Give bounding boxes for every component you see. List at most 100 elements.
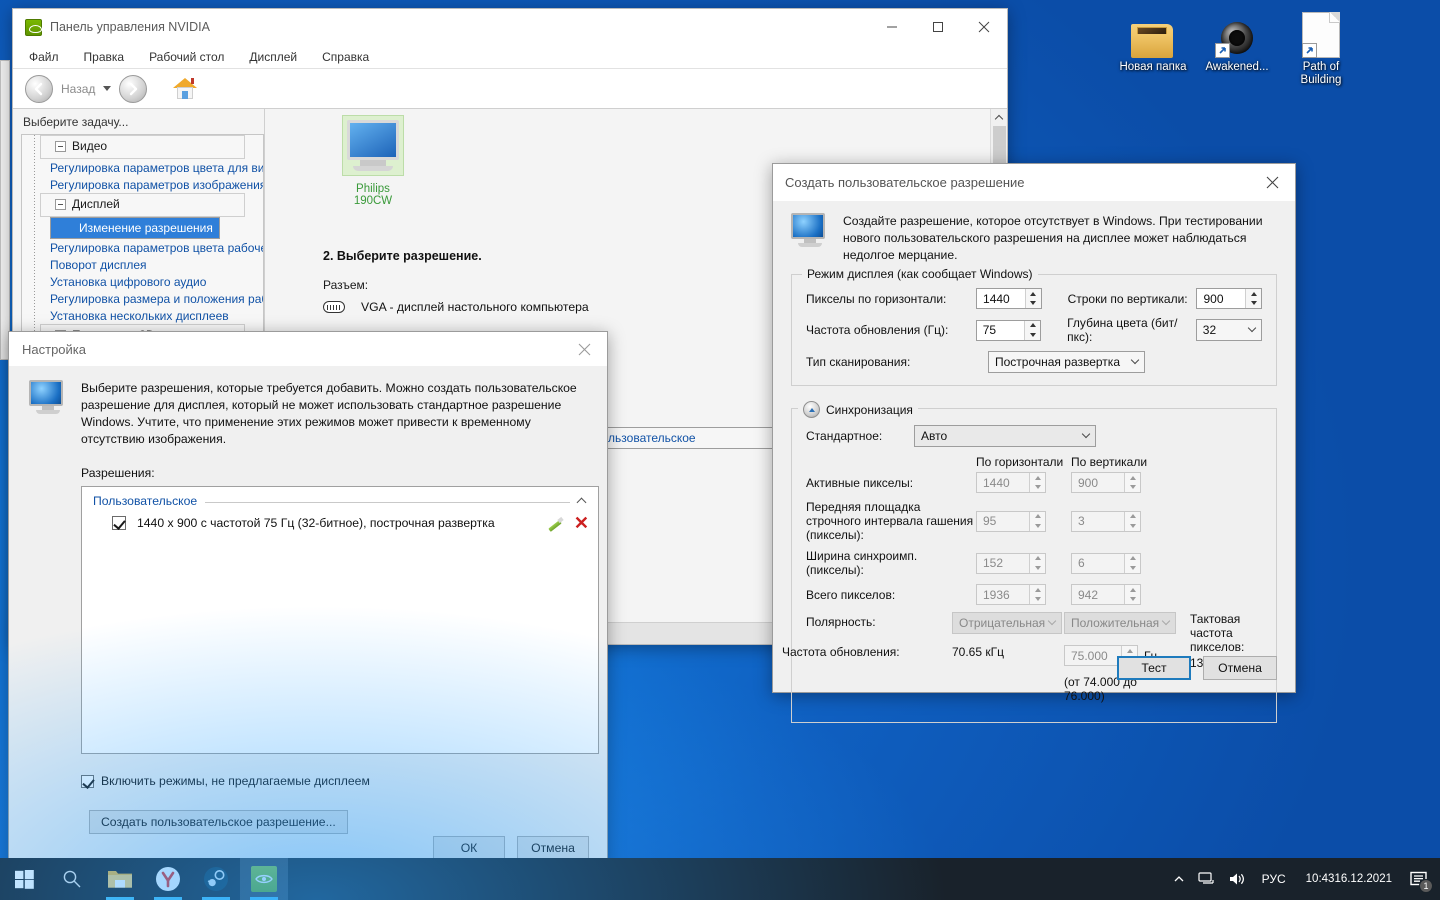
cancel-button[interactable]: Отмена: [1203, 656, 1277, 680]
language-indicator[interactable]: РУС: [1252, 858, 1296, 900]
tree-item-rotate-display[interactable]: Поворот дисплея: [22, 256, 263, 273]
task-tree[interactable]: Видео Регулировка параметров цвета для в…: [21, 134, 264, 347]
home-icon[interactable]: [173, 77, 198, 100]
close-button[interactable]: [961, 9, 1007, 45]
active-pixels-v-stepper[interactable]: 900: [1071, 472, 1141, 493]
menu-desktop[interactable]: Рабочий стол: [147, 49, 226, 65]
tree-item-video-image[interactable]: Регулировка параметров изображения д: [22, 176, 263, 193]
stepper-down[interactable]: [1030, 595, 1045, 605]
standard-select[interactable]: Авто: [914, 425, 1096, 447]
clock[interactable]: 10:43 16.12.2021: [1296, 858, 1402, 900]
stepper-up[interactable]: [1026, 289, 1041, 299]
tree-group-video[interactable]: Видео: [40, 135, 245, 159]
monitor-thumbnail[interactable]: [342, 115, 404, 176]
chevron-down-icon[interactable]: [103, 86, 112, 91]
polarity-v-select[interactable]: Положительная: [1064, 612, 1176, 634]
list-item[interactable]: 1440 x 900 с частотой 75 Гц (32-битное),…: [82, 508, 598, 532]
sync-width-v-stepper[interactable]: 6: [1071, 552, 1141, 574]
menu-file[interactable]: Файл: [27, 49, 61, 65]
front-porch-v-stepper[interactable]: 3: [1071, 510, 1141, 532]
volume-icon[interactable]: [1222, 858, 1252, 900]
stepper-up[interactable]: [1125, 512, 1140, 522]
stepper-up[interactable]: [1025, 321, 1040, 331]
collapse-icon[interactable]: [55, 198, 66, 210]
delete-icon[interactable]: ✕: [574, 514, 589, 532]
color-depth-select[interactable]: 32: [1195, 319, 1262, 341]
stepper-up[interactable]: [1030, 473, 1045, 483]
listbox-group-header[interactable]: Пользовательское: [82, 487, 598, 508]
stepper-down[interactable]: [1030, 563, 1045, 573]
resolution-checkbox[interactable]: [112, 516, 126, 530]
stepper-up[interactable]: [1125, 554, 1140, 564]
tree-item-size-position[interactable]: Регулировка размера и положения рабо: [22, 290, 263, 307]
enable-modes-checkbox[interactable]: [81, 774, 94, 788]
monitor-preview[interactable]: Philips 190CW: [337, 115, 409, 207]
collapse-icon[interactable]: [55, 140, 66, 152]
sync-width-h-stepper[interactable]: 152: [976, 552, 1046, 574]
h-pixels-stepper[interactable]: 1440: [976, 288, 1042, 309]
stepper-down[interactable]: [1026, 299, 1041, 309]
menu-edit[interactable]: Правка: [82, 49, 127, 65]
file-explorer-icon[interactable]: [96, 858, 144, 900]
polarity-h-select[interactable]: Отрицательная: [952, 612, 1062, 634]
stepper-up[interactable]: [1125, 473, 1140, 483]
v-lines-stepper[interactable]: 900: [1196, 288, 1263, 309]
stepper-down[interactable]: [1125, 521, 1140, 531]
stepper-up[interactable]: [1246, 289, 1261, 299]
shortcut-arrow-icon: [1215, 43, 1230, 58]
tree-item-desktop-color[interactable]: Регулировка параметров цвета рабочег: [22, 239, 263, 256]
desktop-icon-awakened[interactable]: Awakened...: [1199, 8, 1275, 87]
desktop-icon-folder[interactable]: Новая папка: [1115, 8, 1191, 87]
ok-button[interactable]: ОК: [433, 836, 505, 860]
stepper-down[interactable]: [1125, 483, 1140, 493]
close-icon[interactable]: [1249, 165, 1295, 201]
front-porch-h-stepper[interactable]: 95: [976, 510, 1046, 532]
nvidia-control-panel-icon[interactable]: [240, 858, 288, 900]
stepper-up[interactable]: [1125, 585, 1140, 595]
close-icon[interactable]: [561, 331, 607, 367]
stepper-down[interactable]: [1025, 330, 1040, 340]
desktop-icon-path-of-building[interactable]: Path of Building: [1283, 8, 1359, 87]
maximize-button[interactable]: [915, 9, 961, 45]
stepper-up[interactable]: [1030, 512, 1045, 522]
tree-item-digital-audio[interactable]: Установка цифрового аудио: [22, 273, 263, 290]
refresh-rate-stepper[interactable]: 75: [975, 319, 1042, 341]
resolutions-listbox[interactable]: Пользовательское 1440 x 900 с частотой 7…: [81, 486, 599, 754]
stepper-up[interactable]: [1030, 554, 1045, 564]
menu-help[interactable]: Справка: [320, 49, 371, 65]
cancel-button[interactable]: Отмена: [517, 836, 589, 860]
scan-type-select[interactable]: Построчная развертка: [988, 351, 1145, 373]
start-button[interactable]: [0, 858, 48, 900]
notifications-icon[interactable]: 1: [1402, 858, 1436, 900]
network-icon[interactable]: [1192, 858, 1222, 900]
collapse-toggle-icon[interactable]: [803, 401, 820, 418]
forward-button[interactable]: [119, 74, 148, 103]
stepper-down[interactable]: [1125, 563, 1140, 573]
yandex-browser-icon[interactable]: [144, 858, 192, 900]
tree-group-display[interactable]: Дисплей: [40, 193, 245, 217]
stepper-down[interactable]: [1030, 483, 1045, 493]
menu-display[interactable]: Дисплей: [247, 49, 299, 65]
stepper-down[interactable]: [1125, 595, 1140, 605]
stepper-up[interactable]: [1030, 585, 1045, 595]
enable-modes-row[interactable]: Включить режимы, не предлагаемые дисплее…: [81, 774, 587, 788]
scroll-up-button[interactable]: [991, 109, 1007, 126]
search-icon[interactable]: [48, 858, 96, 900]
minimize-button[interactable]: [869, 9, 915, 45]
total-pixels-v-stepper[interactable]: 942: [1071, 584, 1141, 605]
tree-item-video-color[interactable]: Регулировка параметров цвета для вид: [22, 159, 263, 176]
test-button[interactable]: Тест: [1117, 656, 1191, 680]
stepper-up[interactable]: [1122, 646, 1137, 656]
active-pixels-h-stepper[interactable]: 1440: [976, 472, 1046, 493]
back-button[interactable]: [25, 74, 53, 103]
create-custom-resolution-button[interactable]: Создать пользовательское разрешение...: [89, 810, 348, 834]
stepper-down[interactable]: [1246, 299, 1261, 309]
total-pixels-h-stepper[interactable]: 1936: [976, 584, 1046, 605]
steam-icon[interactable]: [192, 858, 240, 900]
stepper-down[interactable]: [1030, 521, 1045, 531]
tray-chevron-up-icon[interactable]: [1166, 858, 1192, 900]
edit-pencil-icon[interactable]: [547, 515, 563, 531]
tree-item-multiple-displays[interactable]: Установка нескольких дисплеев: [22, 307, 263, 324]
chevron-up-icon[interactable]: [576, 497, 587, 507]
tree-item-change-resolution[interactable]: Изменение разрешения: [50, 217, 220, 239]
